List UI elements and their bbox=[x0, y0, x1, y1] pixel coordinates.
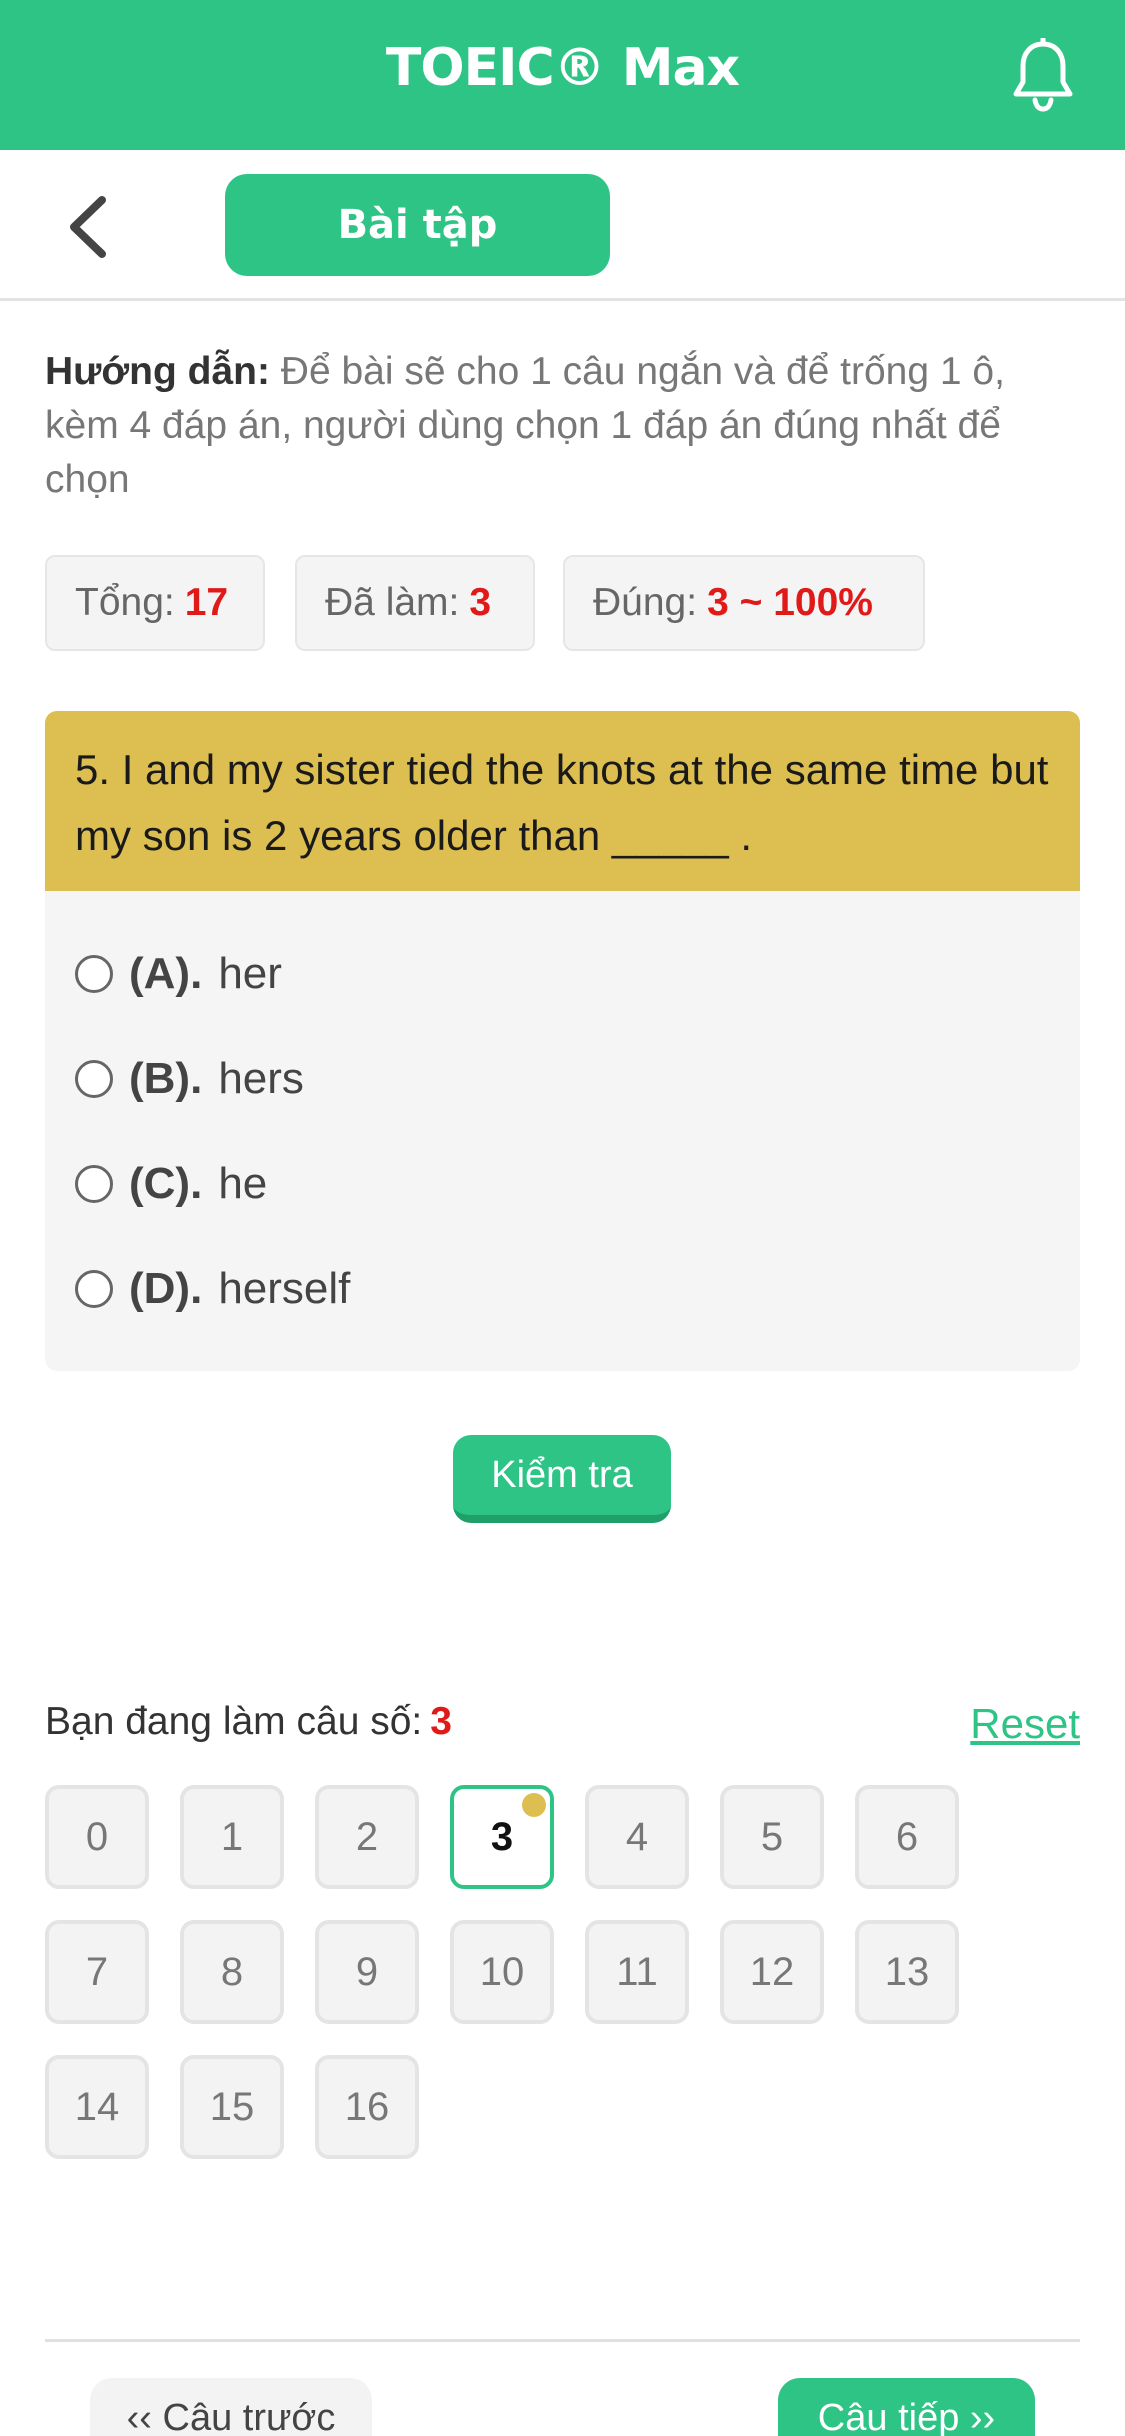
option-text: hers bbox=[218, 1054, 304, 1103]
question-number-1[interactable]: 1 bbox=[180, 1785, 284, 1889]
question-number-9[interactable]: 9 bbox=[315, 1920, 419, 2024]
prev-question-button[interactable]: ‹‹ Câu trước bbox=[90, 2378, 372, 2436]
option-text: he bbox=[218, 1159, 268, 1208]
radio-button[interactable] bbox=[75, 1270, 113, 1308]
bell-icon[interactable] bbox=[1010, 38, 1076, 112]
question-number-4[interactable]: 4 bbox=[585, 1785, 689, 1889]
question-number-11[interactable]: 11 bbox=[585, 1920, 689, 2024]
radio-button[interactable] bbox=[75, 1060, 113, 1098]
question-number-5[interactable]: 5 bbox=[720, 1785, 824, 1889]
current-question-label: Bạn đang làm câu số: bbox=[45, 1700, 423, 1743]
current-question-indicator: Bạn đang làm câu số: 3 bbox=[45, 1700, 452, 1744]
option-label: (B). bbox=[129, 1054, 203, 1103]
stat-done: Đã làm: 3 bbox=[295, 555, 535, 651]
question-number-10[interactable]: 10 bbox=[450, 1920, 554, 2024]
question-number-3[interactable]: 3 bbox=[450, 1785, 554, 1889]
instructions: Hướng dẫn: Để bài sẽ cho 1 câu ngắn và đ… bbox=[45, 345, 1085, 507]
option-label: (D). bbox=[129, 1264, 203, 1313]
option-c[interactable]: (C). he bbox=[75, 1149, 267, 1219]
instructions-label: Hướng dẫn: bbox=[45, 350, 270, 393]
question-number-15[interactable]: 15 bbox=[180, 2055, 284, 2159]
question-card: 5. I and my sister tied the knots at the… bbox=[45, 711, 1080, 1371]
chevron-left-icon[interactable] bbox=[60, 192, 120, 262]
answered-dot bbox=[522, 1793, 546, 1817]
app-title: TOEIC® Max bbox=[385, 38, 740, 98]
tab-exercises[interactable]: Bài tập bbox=[225, 174, 610, 276]
stat-correct: Đúng: 3 ~ 100% bbox=[563, 555, 925, 651]
question-number-6[interactable]: 6 bbox=[855, 1785, 959, 1889]
next-question-button[interactable]: Câu tiếp ›› bbox=[778, 2378, 1035, 2436]
question-number-7[interactable]: 7 bbox=[45, 1920, 149, 2024]
current-question-number: 3 bbox=[430, 1700, 452, 1743]
radio-button[interactable] bbox=[75, 1165, 113, 1203]
option-text: herself bbox=[218, 1264, 351, 1313]
option-a[interactable]: (A). her bbox=[75, 939, 282, 1009]
option-label: (C). bbox=[129, 1159, 203, 1208]
app-header: TOEIC® Max bbox=[0, 0, 1125, 150]
toolbar: Bài tập bbox=[0, 150, 1125, 301]
stat-total: Tổng: 17 bbox=[45, 555, 265, 651]
question-number-0[interactable]: 0 bbox=[45, 1785, 149, 1889]
stat-total-label: Tổng: bbox=[75, 581, 175, 624]
stat-done-label: Đã làm: bbox=[325, 581, 460, 624]
reset-link[interactable]: Reset bbox=[970, 1700, 1080, 1748]
stat-total-value: 17 bbox=[184, 581, 229, 624]
question-text: 5. I and my sister tied the knots at the… bbox=[45, 711, 1080, 891]
stat-correct-value: 3 ~ 100% bbox=[707, 581, 873, 624]
question-number-8[interactable]: 8 bbox=[180, 1920, 284, 2024]
question-number-2[interactable]: 2 bbox=[315, 1785, 419, 1889]
question-number-13[interactable]: 13 bbox=[855, 1920, 959, 2024]
question-number-12[interactable]: 12 bbox=[720, 1920, 824, 2024]
question-number-16[interactable]: 16 bbox=[315, 2055, 419, 2159]
check-button[interactable]: Kiểm tra bbox=[453, 1435, 671, 1523]
footer-divider bbox=[45, 2339, 1080, 2342]
option-d[interactable]: (D). herself bbox=[75, 1254, 350, 1324]
radio-button[interactable] bbox=[75, 955, 113, 993]
stat-correct-label: Đúng: bbox=[593, 581, 698, 624]
option-label: (A). bbox=[129, 949, 203, 998]
stat-done-value: 3 bbox=[469, 581, 492, 624]
question-number-14[interactable]: 14 bbox=[45, 2055, 149, 2159]
option-text: her bbox=[218, 949, 282, 998]
option-b[interactable]: (B). hers bbox=[75, 1044, 304, 1114]
